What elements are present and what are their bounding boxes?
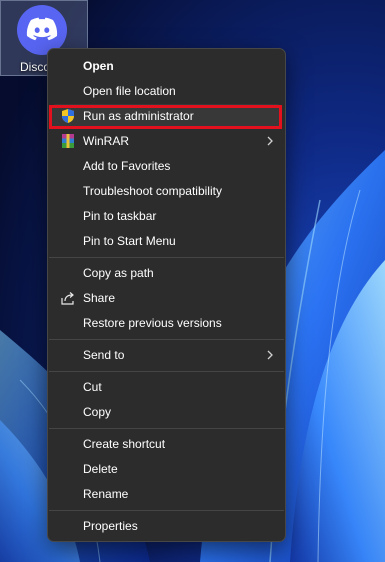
menu-item-troubleshoot-compatibility[interactable]: Troubleshoot compatibility (52, 179, 281, 203)
menu-item-open[interactable]: Open (52, 54, 281, 78)
menu-item-label: Pin to Start Menu (83, 234, 176, 248)
winrar-icon (60, 133, 76, 149)
menu-item-pin-to-taskbar[interactable]: Pin to taskbar (52, 204, 281, 228)
menu-item-label: Restore previous versions (83, 316, 222, 330)
menu-separator (49, 428, 284, 429)
menu-item-label: Rename (83, 487, 129, 501)
menu-separator (49, 257, 284, 258)
menu-item-cut[interactable]: Cut (52, 375, 281, 399)
menu-item-winrar[interactable]: WinRAR (52, 129, 281, 153)
menu-item-share[interactable]: Share (52, 286, 281, 310)
menu-item-label: Troubleshoot compatibility (83, 184, 222, 198)
menu-item-copy[interactable]: Copy (52, 400, 281, 424)
menu-item-label: Copy (83, 405, 112, 419)
context-menu: Open Open file location Run as administr… (47, 48, 286, 542)
uac-shield-icon (60, 108, 76, 124)
desktop-screen: Disco Open Open file location Run as adm… (0, 0, 385, 562)
menu-item-create-shortcut[interactable]: Create shortcut (52, 432, 281, 456)
menu-item-label: Cut (83, 380, 102, 394)
menu-item-label: Open file location (83, 84, 176, 98)
menu-separator (49, 510, 284, 511)
menu-item-rename[interactable]: Rename (52, 482, 281, 506)
menu-item-label: Send to (83, 348, 125, 362)
menu-item-delete[interactable]: Delete (52, 457, 281, 481)
menu-separator (49, 339, 284, 340)
menu-item-label: Open (83, 59, 114, 73)
menu-item-run-as-administrator[interactable]: Run as administrator (52, 104, 281, 128)
menu-item-copy-as-path[interactable]: Copy as path (52, 261, 281, 285)
menu-item-label: Pin to taskbar (83, 209, 157, 223)
menu-item-label: WinRAR (83, 134, 130, 148)
menu-item-open-file-location[interactable]: Open file location (52, 79, 281, 103)
menu-item-label: Share (83, 291, 116, 305)
menu-item-send-to[interactable]: Send to (52, 343, 281, 367)
submenu-arrow-icon (265, 135, 275, 147)
desktop-icon-label: Disco (20, 60, 51, 74)
menu-item-properties[interactable]: Properties (52, 514, 281, 538)
menu-item-label: Create shortcut (83, 437, 166, 451)
menu-item-label: Properties (83, 519, 138, 533)
menu-item-label: Delete (83, 462, 118, 476)
menu-separator (49, 371, 284, 372)
menu-item-restore-previous-versions[interactable]: Restore previous versions (52, 311, 281, 335)
menu-item-label: Add to Favorites (83, 159, 171, 173)
share-icon (60, 290, 76, 306)
menu-item-label: Copy as path (83, 266, 154, 280)
menu-item-add-to-favorites[interactable]: Add to Favorites (52, 154, 281, 178)
menu-item-pin-to-start-menu[interactable]: Pin to Start Menu (52, 229, 281, 253)
submenu-arrow-icon (265, 349, 275, 361)
menu-item-label: Run as administrator (83, 109, 194, 123)
